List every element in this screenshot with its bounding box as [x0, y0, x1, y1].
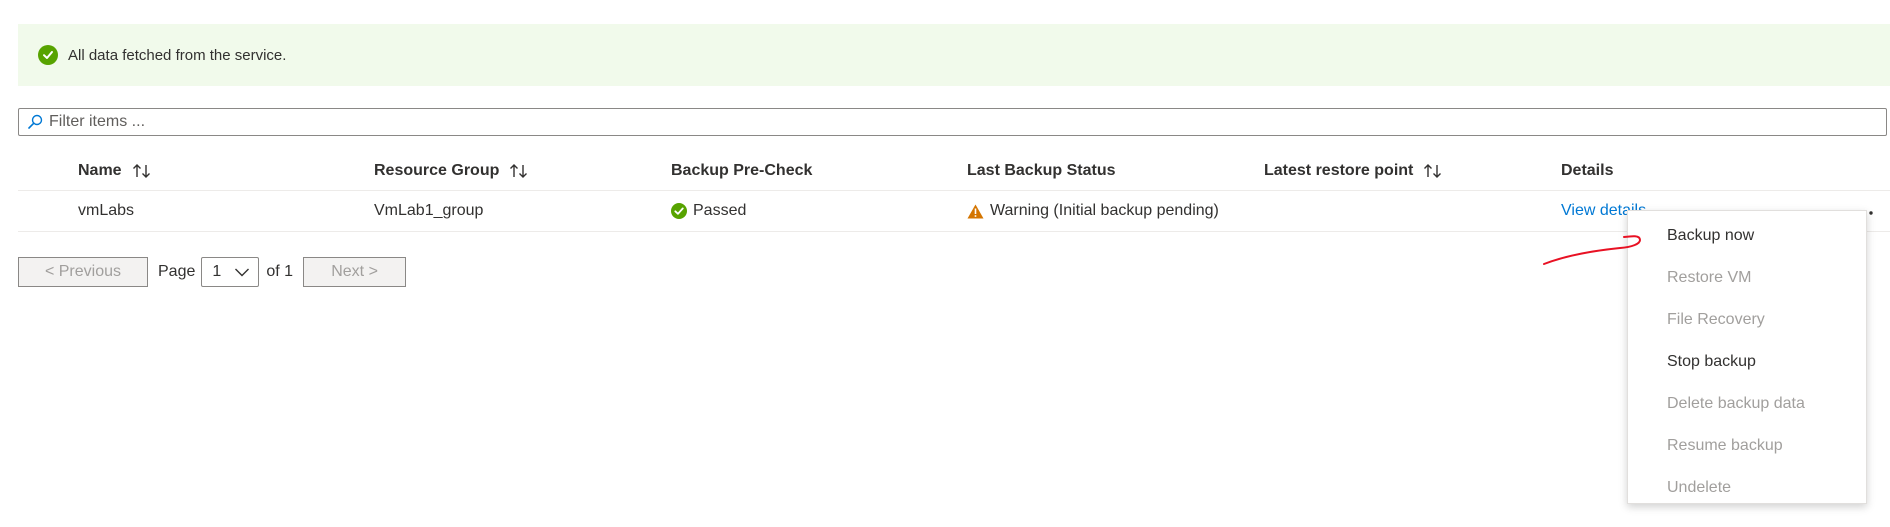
column-header-label: Latest restore point: [1264, 162, 1414, 179]
page-select-value: 1: [212, 263, 222, 280]
last-backup-status-text: Warning (Initial backup pending): [990, 202, 1219, 219]
column-header-last-backup-status: Last Backup Status: [967, 152, 1115, 190]
cell-name: vmLabs: [78, 202, 135, 219]
menu-item-undelete: Undelete: [1667, 479, 1732, 496]
column-header-label: Name: [78, 162, 122, 179]
sort-icon[interactable]: [132, 163, 152, 179]
sort-icon[interactable]: [509, 163, 529, 179]
column-header-label: Details: [1561, 162, 1614, 179]
cell-resource-group: VmLab1_group: [374, 202, 484, 219]
filter-box: [18, 108, 1887, 136]
pagination: < Previous Page 1 of 1 Next >: [18, 257, 407, 287]
cell-precheck: Passed: [671, 191, 746, 231]
menu-item-file-recovery: File Recovery: [1667, 311, 1765, 328]
next-page-button[interactable]: Next >: [303, 257, 407, 287]
previous-page-button[interactable]: < Previous: [18, 257, 148, 287]
check-circle-icon: [671, 203, 687, 219]
context-menu: Backup now Restore VM File Recovery Stop…: [1627, 210, 1867, 504]
menu-item-resume-backup: Resume backup: [1667, 437, 1783, 454]
annotation-arrow-icon: [1543, 235, 1642, 265]
menu-item-backup-now[interactable]: Backup now: [1628, 215, 1866, 257]
precheck-text: Passed: [693, 202, 747, 219]
status-banner: All data fetched from the service.: [18, 24, 1890, 86]
status-banner-text: All data fetched from the service.: [68, 46, 287, 64]
page-select[interactable]: 1: [201, 257, 260, 287]
column-header-label: Backup Pre-Check: [671, 162, 813, 179]
column-header-label: Resource Group: [374, 162, 500, 179]
column-header-details: Details: [1561, 152, 1613, 190]
table-header: Name Resource Group Backup Pre-Check Las…: [18, 152, 1890, 190]
page-label: Page: [158, 263, 196, 280]
menu-item-delete-backup-data: Delete backup data: [1667, 395, 1805, 412]
cell-last-backup-status: Warning (Initial backup pending): [967, 191, 1219, 231]
column-header-name[interactable]: Name: [78, 152, 152, 190]
filter-input[interactable]: [49, 113, 1849, 131]
sort-icon[interactable]: [1423, 163, 1443, 179]
column-header-resource-group[interactable]: Resource Group: [374, 152, 529, 190]
page-of-label: of 1: [266, 263, 294, 280]
menu-item-stop-backup[interactable]: Stop backup: [1628, 341, 1866, 383]
column-header-label: Last Backup Status: [967, 162, 1116, 179]
chevron-down-icon: [234, 267, 250, 277]
column-header-backup-precheck: Backup Pre-Check: [671, 152, 812, 190]
backup-items-page: All data fetched from the service. Name …: [0, 0, 1890, 527]
menu-item-restore-vm: Restore VM: [1667, 269, 1752, 286]
column-header-latest-restore-point[interactable]: Latest restore point: [1264, 152, 1443, 190]
search-icon: [27, 114, 43, 130]
warning-icon: [967, 204, 984, 219]
table-row[interactable]: vmLabs VmLab1_group Passed Warning (Init…: [18, 190, 1890, 232]
check-circle-icon: [38, 45, 58, 65]
